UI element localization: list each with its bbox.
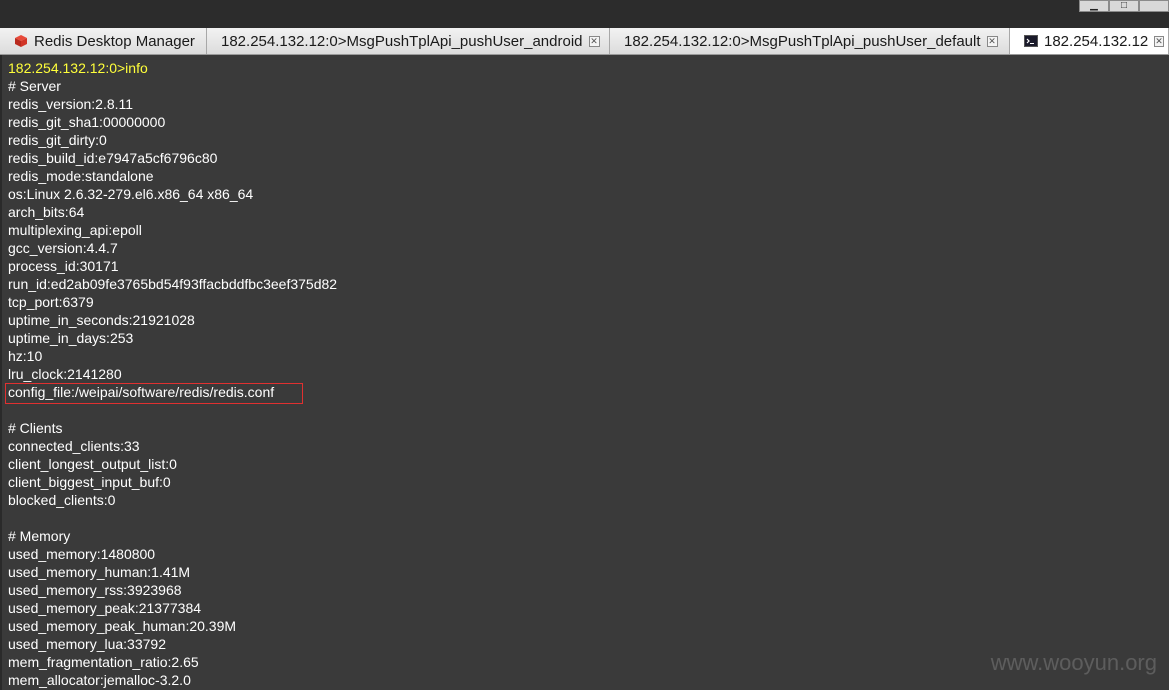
output-line: redis_build_id:e7947a5cf6796c80 bbox=[8, 150, 218, 166]
output-line: run_id:ed2ab09fe3765bd54f93ffacbddfbc3ee… bbox=[8, 276, 338, 292]
output-line: multiplexing_api:epoll bbox=[8, 222, 142, 238]
output-line: used_memory_lua:33792 bbox=[8, 636, 166, 652]
close-window-button[interactable] bbox=[1139, 0, 1169, 12]
minimize-button[interactable]: ▁ bbox=[1079, 0, 1109, 12]
tab-bar: Redis Desktop Manager 182.254.132.12:0>M… bbox=[0, 28, 1169, 55]
output-line: process_id:30171 bbox=[8, 258, 119, 274]
output-line: hz:10 bbox=[8, 348, 43, 364]
output-line: # Memory bbox=[8, 528, 71, 544]
output-line: blocked_clients:0 bbox=[8, 492, 116, 508]
output-line: client_longest_output_list:0 bbox=[8, 456, 177, 472]
tab-pushuser-default[interactable]: 182.254.132.12:0>MsgPushTplApi_pushUser_… bbox=[610, 28, 1010, 54]
output-line: gcc_version:4.4.7 bbox=[8, 240, 118, 256]
output-line: os:Linux 2.6.32-279.el6.x86_64 x86_64 bbox=[8, 186, 254, 202]
output-line: redis_git_dirty:0 bbox=[8, 132, 107, 148]
output-line: lru_clock:2141280 bbox=[8, 366, 122, 382]
output-line: uptime_in_days:253 bbox=[8, 330, 134, 346]
output-line: redis_version:2.8.11 bbox=[8, 96, 134, 112]
console-icon bbox=[1024, 34, 1038, 48]
console-output[interactable]: 182.254.132.12:0>info # Server redis_versi… bbox=[0, 55, 1169, 690]
output-line: # Server bbox=[8, 78, 61, 94]
tab-label: 182.254.132.12:0>MsgPushTplApi_pushUser_… bbox=[624, 32, 981, 50]
watermark: www.wooyun.org bbox=[990, 650, 1157, 675]
output-line: mem_fragmentation_ratio:2.65 bbox=[8, 654, 199, 670]
output-line: uptime_in_seconds:21921028 bbox=[8, 312, 195, 328]
output-line: used_memory:1480800 bbox=[8, 546, 156, 562]
output-line: connected_clients:33 bbox=[8, 438, 140, 454]
close-icon[interactable]: ✕ bbox=[986, 35, 998, 47]
tab-label: Redis Desktop Manager bbox=[34, 32, 195, 50]
output-line: # Clients bbox=[8, 420, 63, 436]
config-file-highlight-box bbox=[5, 383, 303, 404]
window-controls: ▁ □ bbox=[1079, 0, 1169, 12]
tab-console-active[interactable]: 182.254.132.12 ✕ bbox=[1010, 28, 1169, 54]
command-prompt-line: 182.254.132.12:0>info bbox=[8, 60, 148, 76]
output-line: used_memory_human:1.41M bbox=[8, 564, 191, 580]
output-line: used_memory_peak:21377384 bbox=[8, 600, 202, 616]
tab-redis-desktop-manager[interactable]: Redis Desktop Manager bbox=[0, 28, 207, 54]
output-line: redis_git_sha1:00000000 bbox=[8, 114, 166, 130]
tab-label: 182.254.132.12 bbox=[1044, 32, 1149, 50]
tab-pushuser-android[interactable]: 182.254.132.12:0>MsgPushTplApi_pushUser_… bbox=[207, 28, 610, 54]
output-line: used_memory_rss:3923968 bbox=[8, 582, 182, 598]
maximize-button[interactable]: □ bbox=[1109, 0, 1139, 12]
output-line: client_biggest_input_buf:0 bbox=[8, 474, 171, 490]
output-line: tcp_port:6379 bbox=[8, 294, 94, 310]
redis-cube-icon bbox=[14, 34, 28, 48]
output-line: redis_mode:standalone bbox=[8, 168, 154, 184]
output-line: mem_allocator:jemalloc-3.2.0 bbox=[8, 672, 191, 688]
output-line: arch_bits:64 bbox=[8, 204, 85, 220]
window-titlebar: ▁ □ bbox=[0, 0, 1169, 28]
tab-label: 182.254.132.12:0>MsgPushTplApi_pushUser_… bbox=[221, 32, 583, 50]
close-icon[interactable]: ✕ bbox=[588, 35, 600, 47]
output-line: used_memory_peak_human:20.39M bbox=[8, 618, 237, 634]
close-icon[interactable]: ✕ bbox=[1154, 35, 1164, 47]
